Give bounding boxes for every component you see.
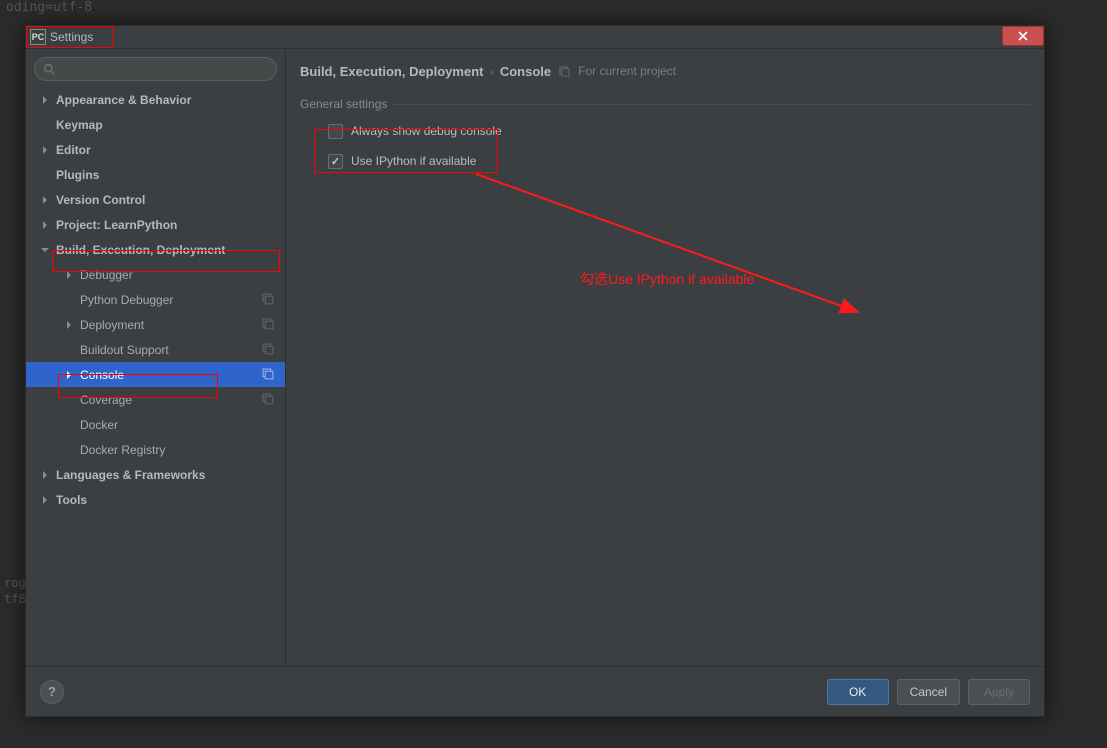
tree-item-label: Project: LearnPython [56,218,285,232]
tree-item-label: Plugins [56,168,285,182]
chevron-right-icon [40,95,50,105]
chevron-right-icon [40,495,50,505]
chevron-right-icon [64,370,74,380]
tree-item-label: Build, Execution, Deployment [56,243,285,257]
option-use-ipython[interactable]: Use IPython if available [300,151,1030,171]
settings-tree[interactable]: Appearance & Behavior Keymap Editor Plugins… [26,87,285,666]
background-code-hint: oding=utf-8 [0,0,98,15]
tree-item-python-debugger[interactable]: Python Debugger [26,287,285,312]
option-label: Use IPython if available [351,154,476,168]
checkbox-unchecked[interactable] [328,124,343,139]
project-scope-label: For current project [578,64,676,78]
tree-item-version-control[interactable]: Version Control [26,187,285,212]
tree-item-label: Debugger [80,268,285,282]
tree-item-label: Languages & Frameworks [56,468,285,482]
tree-item-label: Keymap [56,118,285,132]
project-scope-icon [262,343,275,356]
general-settings-header: General settings [300,97,1030,111]
tree-item-coverage[interactable]: Coverage [26,387,285,412]
close-button[interactable] [1002,26,1044,46]
project-scope-icon [559,66,570,77]
annotation-arrow [426,154,876,354]
titlebar[interactable]: PC Settings [26,26,1044,48]
search-input[interactable] [34,57,277,81]
tree-item-languages-frameworks[interactable]: Languages & Frameworks [26,462,285,487]
breadcrumb-separator: › [489,64,493,79]
dialog-footer: ? OK Cancel Apply [26,666,1044,716]
tree-item-tools[interactable]: Tools [26,487,285,512]
settings-content: Build, Execution, Deployment › Console F… [286,49,1044,666]
tree-item-appearance-behavior[interactable]: Appearance & Behavior [26,87,285,112]
settings-dialog: PC Settings Appearance & BehaviorKe [25,25,1045,717]
breadcrumb-section[interactable]: Build, Execution, Deployment [300,64,483,79]
help-button[interactable]: ? [40,680,64,704]
breadcrumb-current: Console [500,64,551,79]
breadcrumb: Build, Execution, Deployment › Console F… [300,59,1030,83]
tree-item-label: Python Debugger [80,293,262,307]
tree-item-build-execution-deployment[interactable]: Build, Execution, Deployment [26,237,285,262]
tree-item-label: Editor [56,143,285,157]
tree-item-label: Coverage [80,393,262,407]
chevron-right-icon [40,470,50,480]
tree-item-project-learnpython[interactable]: Project: LearnPython [26,212,285,237]
dialog-body: Appearance & Behavior Keymap Editor Plugins… [26,48,1044,666]
apply-button[interactable]: Apply [968,679,1030,705]
project-scope-icon [262,293,275,306]
search-icon [43,63,56,76]
tree-item-label: Console [80,368,262,382]
ok-button[interactable]: OK [827,679,889,705]
tree-item-label: Version Control [56,193,285,207]
close-icon [1018,31,1028,41]
cancel-button[interactable]: Cancel [897,679,960,705]
chevron-right-icon [40,195,50,205]
tree-item-console[interactable]: Console [26,362,285,387]
tree-item-label: Tools [56,493,285,507]
chevron-down-icon [40,245,50,255]
tree-item-deployment[interactable]: Deployment [26,312,285,337]
tree-item-label: Docker Registry [80,443,285,457]
tree-item-debugger[interactable]: Debugger [26,262,285,287]
project-scope-icon [262,318,275,331]
chevron-right-icon [64,270,74,280]
tree-item-label: Docker [80,418,285,432]
tree-item-plugins[interactable]: Plugins [26,162,285,187]
sidebar: Appearance & Behavior Keymap Editor Plugins… [26,49,286,666]
app-icon: PC [30,29,46,45]
option-label: Always show debug console [351,124,502,138]
chevron-right-icon [40,220,50,230]
tree-item-label: Deployment [80,318,262,332]
project-scope-icon [262,368,275,381]
tree-item-docker-registry[interactable]: Docker Registry [26,437,285,462]
checkbox-checked[interactable] [328,154,343,169]
chevron-right-icon [64,320,74,330]
dialog-title: Settings [50,30,93,44]
tree-item-label: Buildout Support [80,343,262,357]
option-always-show-debug-console[interactable]: Always show debug console [300,121,1030,141]
tree-item-editor[interactable]: Editor [26,137,285,162]
tree-item-label: Appearance & Behavior [56,93,285,107]
project-scope-icon [262,393,275,406]
annotation-text: 勾选Use IPython if available [580,269,754,289]
tree-item-keymap[interactable]: Keymap [26,112,285,137]
tree-item-docker[interactable]: Docker [26,412,285,437]
tree-item-buildout-support[interactable]: Buildout Support [26,337,285,362]
chevron-right-icon [40,145,50,155]
